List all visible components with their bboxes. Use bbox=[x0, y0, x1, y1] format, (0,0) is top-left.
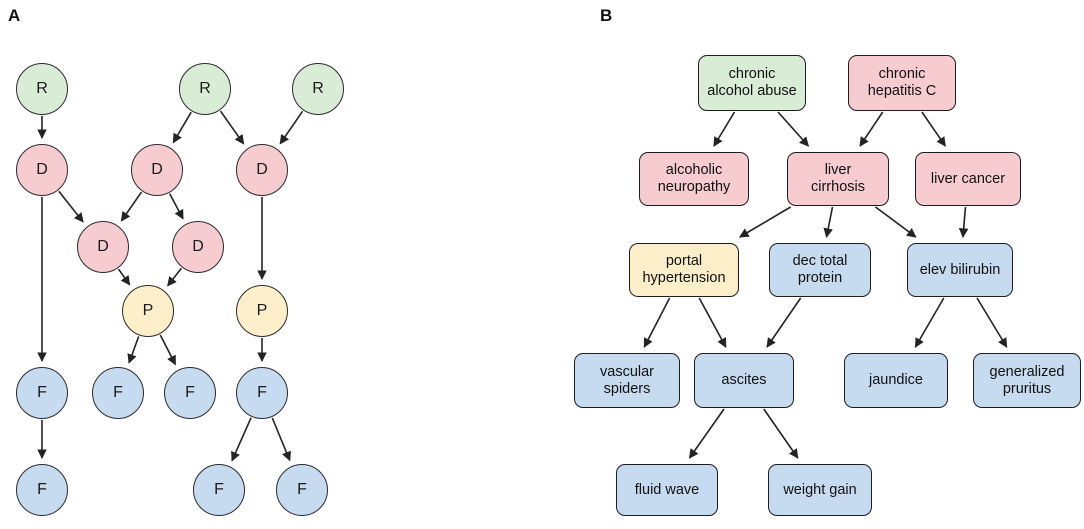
panel-a-node-p2: P bbox=[236, 285, 288, 337]
edge-ascites-to-fluidwave bbox=[688, 408, 725, 459]
edge-alcohol-to-cirrhosis bbox=[777, 111, 810, 147]
edge-protein-to-ascites bbox=[766, 297, 802, 348]
panel-b-node-label: chronic alcohol abuse bbox=[707, 66, 797, 99]
panel-a-node-f4: F bbox=[236, 367, 288, 419]
edge-bilirubin-to-pruritus bbox=[976, 297, 1008, 348]
panel-a-node-label: R bbox=[312, 80, 324, 97]
panel-b-node-label: ascites bbox=[721, 372, 767, 389]
panel-b-node-label: generalized pruritus bbox=[989, 363, 1065, 397]
panel-label-b: B bbox=[600, 6, 613, 25]
panel-b-node-cancer: liver cancer bbox=[915, 152, 1021, 206]
panel-b-node-hepatitis: chronic hepatitis C bbox=[848, 55, 956, 111]
edge-d5-to-p1 bbox=[167, 267, 183, 287]
edge-r2-to-d3 bbox=[219, 110, 245, 145]
panel-a-node-f3: F bbox=[164, 367, 216, 419]
panel-b-node-alcohol: chronic alcohol abuse bbox=[698, 55, 806, 111]
edge-portal-to-ascites bbox=[698, 297, 727, 348]
panel-a-node-r2: R bbox=[179, 63, 231, 115]
panel-b-node-label: alcoholic neuropathy bbox=[657, 162, 731, 195]
edge-hepatitis-to-cancer bbox=[921, 111, 946, 147]
edge-hepatitis-to-cirrhosis bbox=[859, 111, 884, 147]
panel-b-node-cirrhosis: liver cirrhosis bbox=[787, 152, 889, 206]
panel-b-node-spiders: vascular spiders bbox=[574, 353, 680, 408]
edge-d1-to-d4 bbox=[58, 190, 84, 223]
panel-b-node-weightgain: weight gain bbox=[768, 464, 872, 516]
panel-b-node-pruritus: generalized pruritus bbox=[973, 353, 1081, 408]
panel-a-node-label: P bbox=[256, 302, 268, 319]
panel-b-node-label: dec total protein bbox=[792, 253, 848, 286]
panel-a-node-label: F bbox=[297, 481, 307, 498]
panel-b-node-label: liver cirrhosis bbox=[811, 162, 865, 195]
panel-b-node-label: vascular spiders bbox=[600, 363, 654, 397]
edge-d2-to-d5 bbox=[168, 193, 184, 220]
panel-label-a: A bbox=[8, 6, 21, 25]
panel-b-node-label: chronic hepatitis C bbox=[867, 66, 937, 99]
panel-b-node-label: portal hypertension bbox=[642, 253, 726, 286]
panel-b-node-protein: dec total protein bbox=[769, 243, 871, 297]
edge-f4-to-f6 bbox=[231, 417, 252, 462]
panel-a-node-d2: D bbox=[131, 144, 183, 196]
panel-a-node-label: D bbox=[192, 238, 204, 255]
figure-canvas: A B R R R D D D D D P P F F F F F F F chronic alcohol ab… bbox=[0, 0, 1084, 529]
panel-a-node-label: D bbox=[256, 161, 268, 178]
panel-a-node-r1: R bbox=[16, 63, 68, 115]
panel-a-node-d5: D bbox=[172, 221, 224, 273]
panel-a-node-label: F bbox=[185, 384, 195, 401]
panel-b-node-label: weight gain bbox=[783, 481, 857, 498]
edge-cirrhosis-to-portal bbox=[738, 206, 792, 238]
panel-a-node-label: R bbox=[36, 80, 48, 97]
panel-b-node-neuropathy: alcoholic neuropathy bbox=[639, 152, 749, 206]
panel-a-node-label: P bbox=[142, 302, 154, 319]
edge-portal-to-spiders bbox=[643, 297, 671, 348]
panel-a-node-p1: P bbox=[122, 285, 174, 337]
edge-cirrhosis-to-protein bbox=[823, 206, 834, 238]
panel-a-node-label: D bbox=[151, 161, 163, 178]
panel-a-node-label: F bbox=[113, 384, 123, 401]
edge-f4-to-f7 bbox=[271, 417, 291, 462]
panel-a-node-label: D bbox=[36, 161, 48, 178]
edge-p1-to-f3 bbox=[159, 334, 177, 366]
panel-b-node-portal: portal hypertension bbox=[629, 243, 739, 297]
panel-a-node-f7: F bbox=[276, 464, 328, 516]
panel-b-node-fluidwave: fluid wave bbox=[616, 464, 718, 516]
panel-a-node-f2: F bbox=[92, 367, 144, 419]
edge-d2-to-d4 bbox=[120, 191, 143, 222]
panel-b-node-jaundice: jaundice bbox=[844, 353, 948, 408]
edge-p1-to-f2 bbox=[127, 336, 140, 364]
panel-a-node-d3: D bbox=[236, 144, 288, 196]
panel-a-node-f1: F bbox=[16, 367, 68, 419]
panel-a-node-label: D bbox=[97, 238, 109, 255]
edge-cancer-to-bilirubin bbox=[958, 206, 969, 238]
panel-b-node-label: elev bilirubin bbox=[919, 261, 1001, 278]
panel-b-node-label: jaundice bbox=[868, 372, 923, 389]
panel-b-node-label: liver cancer bbox=[930, 170, 1006, 187]
panel-a-node-label: F bbox=[257, 384, 267, 401]
panel-a-node-label: F bbox=[37, 384, 47, 401]
edge-alcohol-to-neuropathy bbox=[713, 111, 736, 147]
panel-a-node-f5: F bbox=[16, 464, 68, 516]
edge-d4-to-p1 bbox=[117, 268, 131, 286]
panel-a-node-d1: D bbox=[16, 144, 68, 196]
edge-r3-to-d3 bbox=[279, 110, 304, 145]
panel-a-node-r3: R bbox=[292, 63, 344, 115]
panel-b-node-bilirubin: elev bilirubin bbox=[907, 243, 1013, 297]
panel-a-node-label: F bbox=[214, 481, 224, 498]
panel-a-node-f6: F bbox=[193, 464, 245, 516]
panel-b-node-ascites: ascites bbox=[694, 353, 794, 408]
panel-b-node-label: fluid wave bbox=[634, 481, 700, 498]
edge-ascites-to-weightgain bbox=[763, 408, 799, 459]
edge-r2-to-d2 bbox=[172, 111, 192, 144]
panel-a-node-label: R bbox=[199, 80, 211, 97]
panel-a-node-d4: D bbox=[77, 221, 129, 273]
edge-cirrhosis-to-bilirubin bbox=[875, 206, 917, 238]
panel-a-node-label: F bbox=[37, 481, 47, 498]
edge-bilirubin-to-jaundice bbox=[914, 297, 945, 348]
